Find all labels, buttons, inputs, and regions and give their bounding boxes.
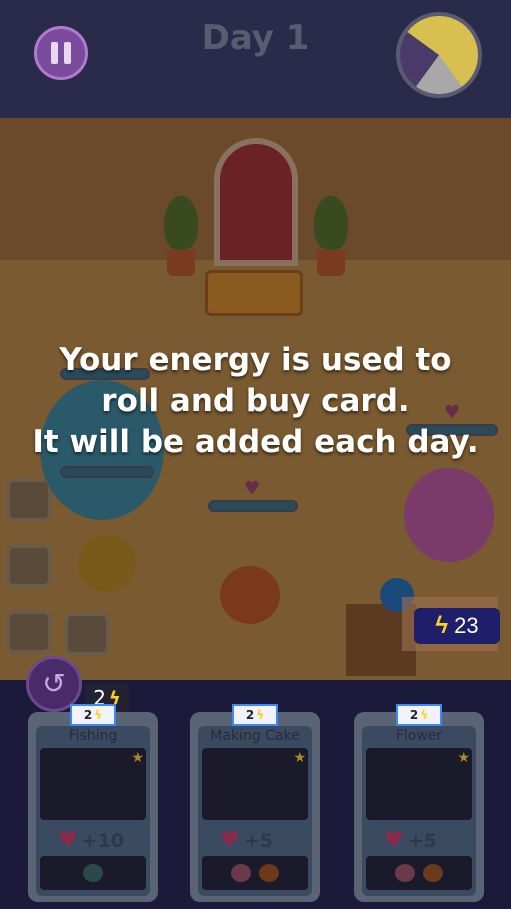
heart-icon: ♥ [58, 828, 78, 853]
tutorial-line: Your energy is used to [59, 342, 452, 378]
undo-arrow-icon: ↺ [42, 667, 66, 700]
health-bar [60, 466, 154, 478]
lightning-bolt-icon: ϟ [420, 708, 429, 722]
potted-plant-left [164, 196, 198, 276]
day-clock-icon[interactable] [396, 12, 482, 98]
card-title: Making Cake [210, 728, 300, 744]
star-icon: ★ [131, 750, 144, 766]
card-characters [40, 856, 146, 890]
yellow-blob-character[interactable] [78, 534, 136, 592]
lightning-bolt-icon: ϟ [435, 612, 449, 639]
lightning-bolt-icon: ϟ [256, 708, 265, 722]
pink-blob-character[interactable] [404, 468, 494, 562]
card-reward: ♥ +5 [384, 828, 437, 853]
orange-blob-character[interactable] [220, 566, 280, 624]
card-characters [202, 856, 308, 890]
blue-blob-icon [83, 864, 103, 882]
card-characters [366, 856, 472, 890]
health-bar [208, 500, 298, 512]
card-making-cake[interactable]: 2ϟ Making Cake ★ ♥ +5 [190, 704, 320, 902]
tutorial-line: roll and buy card. [101, 383, 410, 419]
card-title: Fishing [68, 728, 118, 744]
tutorial-message: Your energy is used to roll and buy card… [0, 340, 511, 463]
card-cost: 2ϟ [232, 704, 278, 726]
shop-sign [205, 270, 303, 316]
door [214, 138, 298, 266]
heart-icon: ♥ [220, 828, 240, 853]
card-reward: ♥ +10 [58, 828, 125, 853]
card-cost: 2ϟ [396, 704, 442, 726]
energy-counter: ϟ 23 [414, 608, 500, 644]
card-reward: ♥ +5 [220, 828, 273, 853]
card-title: Flower [395, 728, 443, 744]
orange-blob-icon [423, 864, 443, 882]
rolling-pin-icon [202, 748, 308, 820]
fish-icon [40, 748, 146, 820]
orange-blob-icon [259, 864, 279, 882]
tutorial-line: It will be added each day. [32, 424, 479, 460]
dough-tray [6, 610, 52, 654]
star-icon: ★ [293, 750, 306, 766]
heart-icon: ♥ [384, 828, 404, 853]
card-flower[interactable]: 2ϟ Flower ★ ♥ +5 [354, 704, 484, 902]
pink-blob-icon [231, 864, 251, 882]
energy-value: 23 [454, 613, 479, 638]
card-fishing[interactable]: 2ϟ Fishing ★ ♥ +10 [28, 704, 158, 902]
potted-plant-right [314, 196, 348, 276]
dough-tray [64, 612, 110, 656]
star-icon: ★ [457, 750, 470, 766]
rose-icon [366, 748, 472, 820]
pink-blob-icon [395, 864, 415, 882]
dough-tray [6, 544, 52, 588]
dough-tray [6, 478, 52, 522]
heart-icon: ♥ [244, 478, 261, 499]
card-cost: 2ϟ [70, 704, 116, 726]
lightning-bolt-icon: ϟ [94, 708, 103, 722]
